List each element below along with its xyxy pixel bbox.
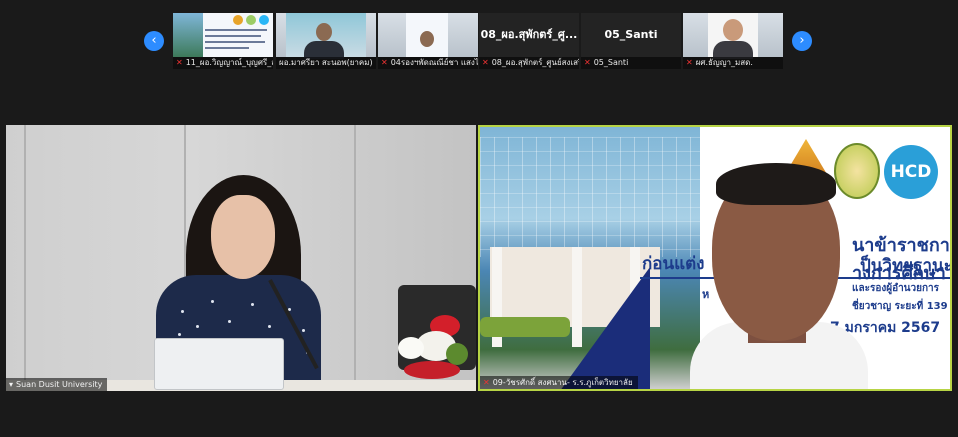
thumbnail-caption: ✕ 05_Santi bbox=[581, 57, 681, 69]
hcd-logo: HCD bbox=[884, 145, 938, 199]
video-tile-active-speaker[interactable]: HCD นาข้าราชการ างการศึกษา ก่อนแต่ง ป็นว… bbox=[478, 125, 952, 391]
participant-video bbox=[378, 13, 478, 57]
slide-text: ป็นวิทยฐานะ bbox=[860, 256, 952, 276]
participant-name-label: ✕ 09-วัชรศักดิ์ สงศนาน- ร.ร.ภูเก็ตวิทยาลั… bbox=[480, 376, 638, 389]
slide-text: ห bbox=[702, 288, 710, 301]
participant-video bbox=[683, 13, 783, 59]
chevron-left-icon[interactable]: ‹ bbox=[144, 31, 164, 51]
thumbnail-caption: ✕08_ผอ.สุพักตร์_ศูนย์สงเสริม... bbox=[479, 57, 579, 69]
seal-logo bbox=[834, 143, 880, 199]
slide-text: และรองผู้อำนวยการ bbox=[852, 283, 940, 294]
participant-video bbox=[276, 13, 376, 59]
participant-thumbnail[interactable]: ✕ 04รองฯพัดณณีย์ชา แสงไส bbox=[378, 13, 478, 69]
thumbnail-caption: ผอ.มาศรียา สะนอพ(ยาคม) bbox=[276, 57, 376, 69]
participant-name-label: ▾ Suan Dusit University bbox=[6, 378, 108, 391]
thumbnail-caption: ✕ 04รองฯพัดณณีย์ชา แสงไส bbox=[378, 57, 478, 69]
thumbnail-caption: ✕11_ผอ.วิญญาณ์_บุญศรี_ส... bbox=[173, 57, 273, 69]
participant-thumbnail[interactable]: ✕11_ผอ.วิญญาณ์_บุญศรี_ส... bbox=[173, 13, 273, 69]
mic-muted-icon: ✕ bbox=[584, 58, 591, 67]
thumbnail-caption: ✕ ผศ.ธัญญา_มสด. bbox=[683, 57, 783, 69]
mic-muted-icon: ✕ bbox=[482, 58, 489, 67]
mic-muted-icon: ✕ bbox=[483, 378, 490, 387]
mic-muted-icon: ✕ bbox=[686, 58, 693, 67]
flower-arrangement bbox=[396, 313, 474, 383]
slide-text: ชี่ยวชาญ ระยะที่ 139 bbox=[852, 301, 948, 312]
participant-thumbnail[interactable]: 05_Santi ✕ 05_Santi bbox=[581, 13, 681, 69]
participant-thumbnail[interactable]: ✕ ผศ.ธัญญา_มสด. bbox=[683, 13, 783, 69]
slide-text: ก่อนแต่ง bbox=[642, 254, 705, 274]
mic-muted-icon: ✕ bbox=[176, 58, 183, 67]
participant-strip: ‹ ✕11_ผอ.วิญญาณ์_บุญศรี_ส... ผอ.มาศรียา … bbox=[0, 0, 958, 80]
participant-name-display: 08_ผอ.สุพักตร์_ศู... bbox=[480, 28, 578, 41]
participant-thumbnail[interactable]: 08_ผอ.สุพักตร์_ศู... ✕ 08_ผอ.สุพักตร์_ศูน… bbox=[479, 13, 579, 69]
mic-muted-icon: ✕ bbox=[381, 58, 388, 67]
laptop bbox=[154, 338, 284, 390]
shared-slide-image bbox=[173, 13, 273, 57]
video-tile-suan-dusit[interactable]: ▾ Suan Dusit University bbox=[6, 125, 476, 391]
participant-name-display: 05_Santi bbox=[604, 28, 658, 41]
participant-thumbnail[interactable]: ผอ.มาศรียา สะนอพ(ยาคม) bbox=[276, 13, 376, 69]
chevron-right-icon[interactable]: › bbox=[792, 31, 812, 51]
pin-icon: ▾ bbox=[9, 380, 14, 389]
